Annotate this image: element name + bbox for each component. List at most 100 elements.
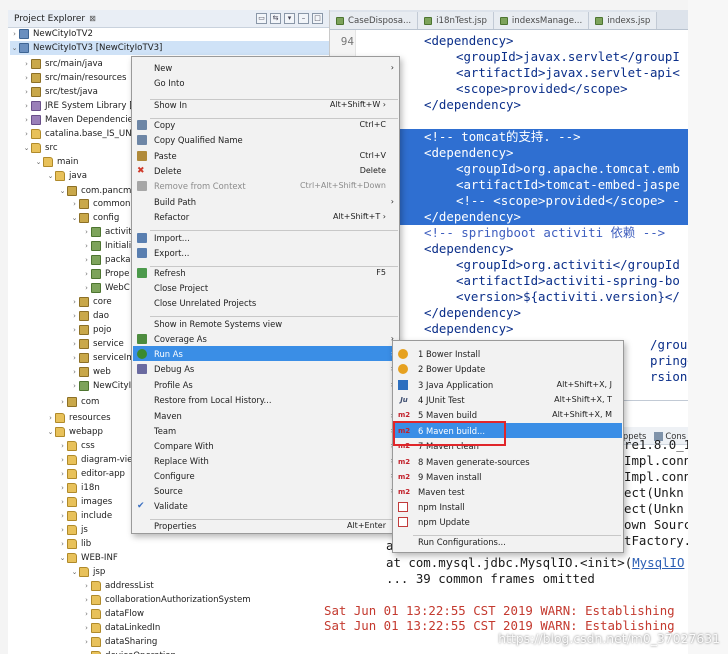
tree-item[interactable]: › packa [82,253,131,267]
menu-item-refresh[interactable]: Refresh F5 [133,265,398,280]
menu-item-validate[interactable]: ✔ Validate [133,498,398,513]
menu-item-build-path[interactable]: Build Path › [133,194,398,209]
tree-item[interactable]: › web [70,365,111,379]
tree-item[interactable]: › catalina.base_IS_UN [22,127,132,141]
expand-toggle-icon[interactable]: › [82,624,91,632]
run-as-item-maven-test[interactable]: m2 Maven test [394,484,622,499]
menu-item-team[interactable]: Team› [133,423,398,438]
expand-toggle-icon[interactable]: ⌄ [70,568,79,576]
tree-item[interactable]: ⌄ NewCityIoTV3 [NewCityIoTV3] [10,41,329,55]
expand-toggle-icon[interactable]: ⌄ [10,44,19,52]
tree-item[interactable]: › dao [70,309,109,323]
expand-toggle-icon[interactable]: › [22,74,31,82]
tree-item[interactable]: › images [58,495,112,509]
run-as-item-npm-update[interactable]: npm Update [394,514,622,529]
expand-toggle-icon[interactable]: › [46,414,55,422]
code-line[interactable]: 94 <dependency> [330,33,688,49]
tree-item[interactable]: › Initiali [82,239,131,253]
menu-item-show-in[interactable]: Show In Alt+Shift+W › [133,97,398,112]
run-as-item-npm-install[interactable]: npm Install [394,499,622,514]
menu-item-go-into[interactable]: Go Into [133,75,398,90]
tree-item[interactable]: ⌄ WEB-INF [58,551,118,565]
expand-toggle-icon[interactable]: ⌄ [46,172,55,180]
tree-item[interactable]: ⌄ jsp [70,565,105,579]
expand-toggle-icon[interactable]: › [70,368,79,376]
stack-source-link[interactable]: MysqlIO [632,555,684,570]
tree-item[interactable]: › NewCityIoTV2 [10,27,93,41]
expand-toggle-icon[interactable]: › [82,638,91,646]
expand-toggle-icon[interactable]: › [82,228,91,236]
tree-item[interactable]: › Prope [82,267,129,281]
expand-toggle-icon[interactable]: › [70,200,79,208]
expand-toggle-icon[interactable]: › [82,270,91,278]
run-as-item-5-maven-build[interactable]: m2 5 Maven build Alt+Shift+X, M [394,407,622,422]
menu-item-profile-as[interactable]: Profile As› [133,377,398,392]
tree-item[interactable]: › activiti [82,225,134,239]
tree-item[interactable]: › src/test/java [22,85,98,99]
run-as-item-run-configurations[interactable]: Run Configurations... [394,534,622,549]
tree-item[interactable]: › js [58,523,88,537]
menu-item-show-in-remote-systems-view[interactable]: Show in Remote Systems view [133,316,398,331]
menu-item-coverage-as[interactable]: Coverage As › [133,331,398,346]
expand-toggle-icon[interactable]: › [58,398,67,406]
tree-item[interactable]: › resources [46,411,111,425]
expand-toggle-icon[interactable]: › [58,484,67,492]
tree-item[interactable]: › service [70,337,124,351]
menu-item-maven[interactable]: Maven› [133,408,398,423]
expand-toggle-icon[interactable]: › [58,470,67,478]
menu-item-properties[interactable]: Properties Alt+Enter [133,518,398,533]
expand-toggle-icon[interactable]: › [58,512,67,520]
tree-item[interactable]: ⌄ com.pancm [58,184,131,198]
editor-tab[interactable]: i18nTest.jsp [418,12,494,29]
minimize-icon[interactable]: – [298,13,309,24]
tree-item[interactable]: › com [58,395,99,409]
run-as-item-9-maven-install[interactable]: m2 9 Maven install [394,469,622,484]
tree-item[interactable]: › NewCityI [70,379,131,393]
tree-item[interactable]: › src/main/resources [22,71,126,85]
expand-toggle-icon[interactable]: › [22,102,31,110]
expand-toggle-icon[interactable]: ⌄ [46,428,55,436]
tree-item[interactable]: › serviceIm [70,351,135,365]
tree-item[interactable]: › include [58,509,112,523]
expand-toggle-icon[interactable]: › [22,130,31,138]
close-icon[interactable]: ⊠ [89,14,96,23]
expand-toggle-icon[interactable]: › [58,442,67,450]
menu-item-close-project[interactable]: Close Project [133,280,398,295]
expand-toggle-icon[interactable]: › [58,498,67,506]
editor-tab[interactable]: indexsManage... [493,12,590,29]
expand-toggle-icon[interactable]: ⌄ [34,158,43,166]
tree-item[interactable]: › common [70,197,130,211]
expand-toggle-icon[interactable]: ⌄ [58,187,67,195]
run-as-item-1-bower-install[interactable]: 1 Bower Install [394,346,622,361]
menu-item-replace-with[interactable]: Replace With› [133,453,398,468]
menu-item-delete[interactable]: ✖ Delete Delete [133,163,398,178]
tree-item[interactable]: › Maven Dependencie [22,113,133,127]
menu-item-copy[interactable]: Copy Ctrl+C [133,117,398,132]
expand-toggle-icon[interactable]: › [82,256,91,264]
editor-tab[interactable]: CaseDisposa... [330,12,419,29]
tree-item[interactable]: ⌄ java [46,169,87,183]
tree-item[interactable]: › WebC [82,281,130,295]
expand-toggle-icon[interactable]: › [82,610,91,618]
expand-toggle-icon[interactable]: › [70,354,79,362]
expand-toggle-icon[interactable]: › [82,242,91,250]
tree-item[interactable]: › pojo [70,323,111,337]
tree-item[interactable]: › i18n [58,481,100,495]
menu-item-refactor[interactable]: Refactor Alt+Shift+T › [133,209,398,224]
tree-item[interactable]: › collaborationAuthorizationSystem [82,593,251,607]
tree-item[interactable]: ⌄ main [34,155,78,169]
tree-item[interactable]: › diagram-vie [58,453,132,467]
menu-item-remove-from-context[interactable]: Remove from Context Ctrl+Alt+Shift+Down [133,178,398,193]
menu-item-copy-qualified-name[interactable]: Copy Qualified Name [133,132,398,147]
expand-toggle-icon[interactable]: › [22,60,31,68]
menu-item-compare-with[interactable]: Compare With› [133,438,398,453]
tree-item[interactable]: › addressList [82,579,154,593]
tree-item[interactable]: › css [58,439,95,453]
expand-toggle-icon[interactable]: › [10,30,19,38]
expand-toggle-icon[interactable]: › [70,340,79,348]
run-as-item-4-junit-test[interactable]: Ju 4 JUnit Test Alt+Shift+X, T [394,392,622,407]
view-menu-icon[interactable]: ▾ [284,13,295,24]
menu-item-run-as[interactable]: Run As› [133,346,398,361]
expand-toggle-icon[interactable]: › [58,456,67,464]
expand-toggle-icon[interactable]: › [82,284,91,292]
